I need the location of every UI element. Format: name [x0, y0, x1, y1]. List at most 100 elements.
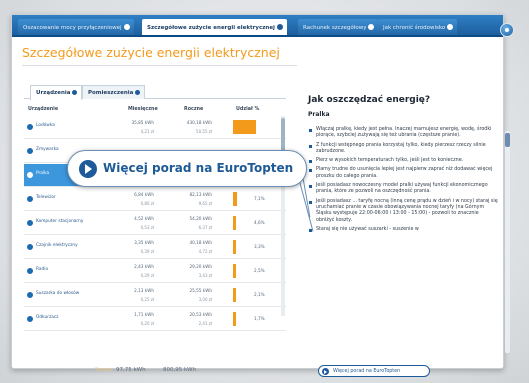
more-tips-label: Więcej porad na EuroTopten — [333, 369, 401, 374]
tip-item: Pierz w wysokich temperaturach tylko, je… — [308, 158, 498, 164]
monthly-value: 2,43 kWh — [134, 264, 154, 269]
summary-label: Suma: — [95, 367, 113, 373]
table-row[interactable]: Odkurzacz 1,71 kWh 0,20 zł 20,53 kWh 2,41 zł… — [24, 308, 286, 331]
monthly-cost: 0,20 zł — [140, 321, 154, 326]
yearly-cost: 3,43 zł — [198, 273, 212, 278]
tips-panel: Jak oszczędzać energię? Pralka Włączaj p… — [308, 95, 513, 377]
tips-scrollbar-thumb[interactable] — [505, 133, 510, 147]
yearly-cost: 6,37 zł — [198, 225, 212, 230]
tips-subtitle: Pralka — [308, 111, 330, 118]
share-bar — [233, 264, 236, 278]
tab-label: Urządzenia — [36, 90, 71, 96]
device-name: Suszarka do włosów — [36, 291, 80, 296]
device-name: Telewizor — [36, 195, 56, 200]
summary-monthly: 97,75 kWh — [116, 367, 146, 373]
chevron-circle-icon — [276, 24, 283, 30]
tip-item: Z funkcji wstępnego prania korzystaj tyl… — [308, 143, 498, 156]
table-row[interactable]: Telewizor 6,84 kWh 0,80 zł 82,13 kWh 9,65 zł… — [24, 188, 286, 211]
tab-connection-power[interactable]: Oszacowanie mocy przyłączeniowej — [18, 19, 134, 35]
table-row[interactable]: Czajnik elektryczny 3,35 kWh 0,39 zł 40,18 … — [24, 236, 286, 259]
tab-label: Oszacowanie mocy przyłączeniowej — [23, 25, 122, 31]
tab-label: Szczegółowe zużycie energii elektrycznej — [147, 25, 275, 31]
tips-list: Włączaj pralkę, kiedy jest pełna. Inacze… — [308, 127, 498, 236]
more-tips-link[interactable]: Więcej porad na EuroTopten — [318, 365, 430, 377]
tips-title: Jak oszczędzać energię? — [308, 95, 431, 105]
table-row[interactable]: Komputer stacjonarny 4,52 kWh 0,53 zł 54,20… — [24, 212, 286, 235]
tab-label: Jak chronić środowisko — [383, 25, 446, 31]
close-icon[interactable] — [500, 23, 514, 37]
yearly-value: 54,20 kWh — [189, 216, 212, 221]
tip-item: Jeśli posiadasz ... taryfę nocną (inną c… — [308, 199, 498, 224]
tab-detailed-bill[interactable]: Rachunek szczegółowy — [298, 19, 379, 35]
device-icon — [27, 124, 33, 130]
monthly-value: 4,52 kWh — [134, 216, 154, 221]
monthly-value: 35,85 kWh — [131, 120, 154, 125]
column-header[interactable]: Urządzenie — [28, 107, 58, 112]
yearly-cost: 2,41 zł — [198, 321, 212, 326]
callout-label: Więcej porad na EuroTopten — [103, 161, 294, 175]
tip-item: Włączaj pralkę, kiedy jest pełna. Inacze… — [308, 127, 498, 140]
main-tabbar: Oszacowanie mocy przyłączeniowej Szczegó… — [12, 15, 503, 37]
share-bar — [233, 120, 256, 134]
share-bar — [233, 312, 236, 326]
monthly-value: 6,84 kWh — [134, 192, 154, 197]
arrow-right-icon — [79, 160, 97, 178]
chevron-circle-icon — [368, 24, 375, 30]
device-icon — [27, 244, 33, 250]
yearly-cost: 9,65 zł — [198, 201, 212, 206]
share-bar — [233, 240, 236, 254]
tab-label: Pomieszczenia — [88, 90, 134, 96]
yearly-cost: 3,00 zł — [198, 297, 212, 302]
device-icon — [27, 316, 33, 322]
column-header[interactable]: Udział % — [236, 107, 259, 112]
devices-panel: Urządzenia Pomieszczenia Urządzenie Mies… — [24, 83, 286, 363]
column-header[interactable]: Roczne — [184, 107, 203, 112]
device-name: Radio — [36, 267, 49, 272]
monthly-cost: 0,29 zł — [140, 273, 154, 278]
table-row[interactable]: Suszarka do włosów 2,13 kWh 0,25 zł 25,55 k… — [24, 284, 286, 307]
device-name: Komputer stacjonarny — [36, 219, 84, 224]
table-row[interactable]: Radio 2,43 kWh 0,29 zł 29,20 kWh 3,43 zł 2,5% — [24, 260, 286, 283]
share-bar — [233, 216, 236, 230]
device-name: Lodówka — [36, 123, 55, 128]
yearly-value: 20,53 kWh — [189, 312, 212, 317]
share-percent: 4,6% — [254, 220, 265, 225]
device-icon — [27, 172, 33, 178]
sub-tabbar: Urządzenia Pomieszczenia — [24, 83, 286, 100]
share-percent: 2,5% — [254, 268, 265, 273]
yearly-value: 25,55 kWh — [189, 288, 212, 293]
yearly-value: 82,13 kWh — [189, 192, 212, 197]
device-icon — [27, 148, 33, 154]
page-title: Szczegółowe zużycie energii elektrycznej — [22, 45, 280, 60]
yearly-value: 430,18 kWh — [186, 120, 212, 125]
share-percent: 7,1% — [254, 196, 265, 201]
share-bar — [233, 288, 236, 302]
tab-devices[interactable]: Urządzenia — [30, 85, 83, 100]
monthly-cost: 0,39 zł — [140, 249, 154, 254]
tab-label: Rachunek szczegółowy — [303, 25, 367, 31]
chevron-circle-icon — [135, 90, 141, 95]
yearly-value: 29,20 kWh — [189, 264, 212, 269]
device-icon — [27, 268, 33, 274]
chevron-circle-icon — [447, 24, 454, 30]
monthly-value: 3,35 kWh — [134, 240, 154, 245]
share-percent: 3,3% — [254, 244, 265, 249]
monthly-value: 2,13 kWh — [134, 288, 154, 293]
column-header[interactable]: Miesięczne — [128, 107, 158, 112]
app-window: Oszacowanie mocy przyłączeniowej Szczegó… — [11, 14, 514, 377]
tips-scrollbar[interactable] — [505, 131, 510, 353]
share-percent: 2,1% — [254, 292, 265, 297]
monthly-cost: 4,21 zł — [140, 129, 154, 134]
chevron-circle-icon — [123, 24, 130, 30]
tab-rooms[interactable]: Pomieszczenia — [82, 85, 146, 99]
tab-detailed-consumption[interactable]: Szczegółowe zużycie energii elektrycznej — [142, 19, 287, 35]
more-tips-callout[interactable]: Więcej porad na EuroTopten — [67, 150, 307, 187]
divider — [22, 65, 297, 66]
device-name: Zmywarka — [36, 147, 59, 152]
device-icon — [27, 292, 33, 298]
tab-environment[interactable]: Jak chronić środowisko — [378, 19, 458, 35]
chevron-circle-icon — [72, 90, 78, 95]
summary-yearly: 800,95 kWh — [163, 367, 197, 373]
monthly-cost: 0,80 zł — [140, 201, 154, 206]
table-row[interactable]: Lodówka 35,85 kWh 4,21 zł 430,18 kWh 50,55 z… — [24, 116, 286, 139]
